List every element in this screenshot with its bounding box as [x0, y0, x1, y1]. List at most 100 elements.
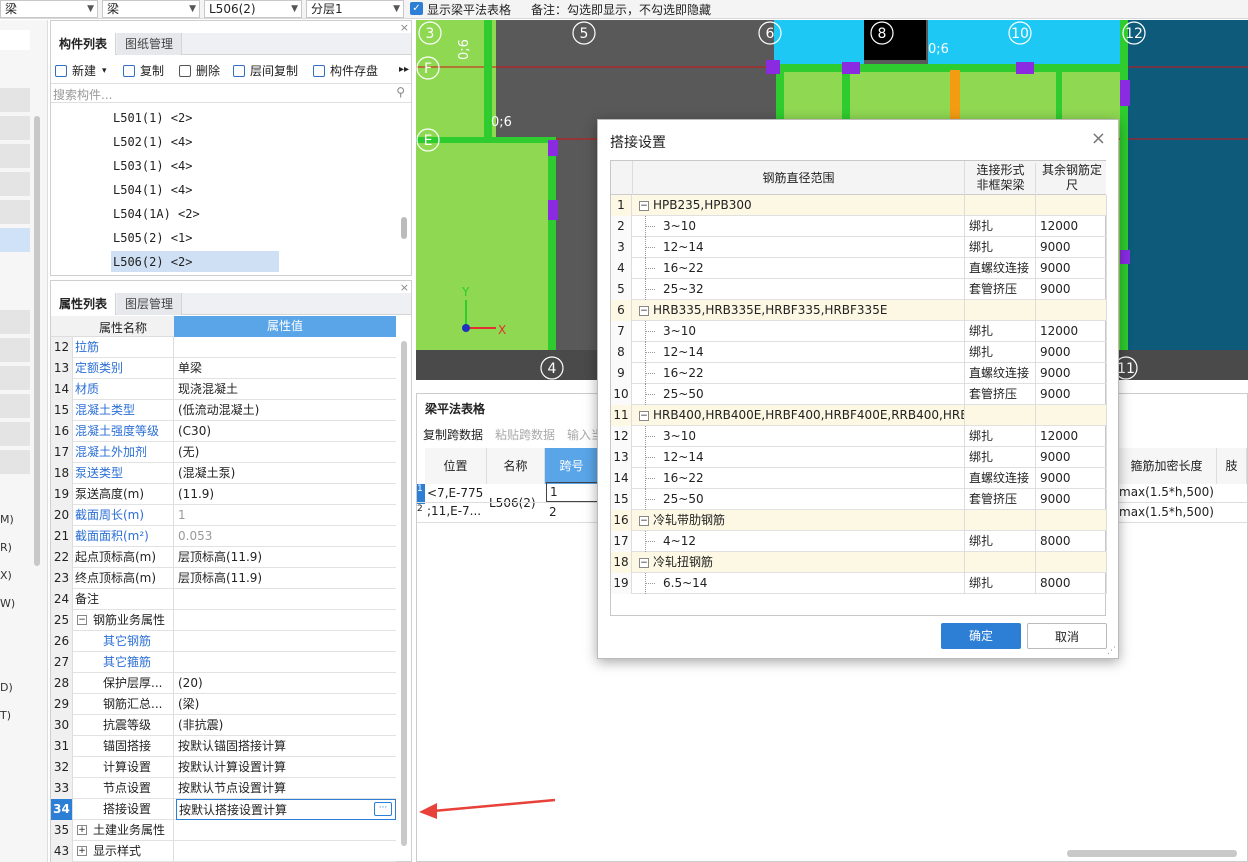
cell-range[interactable]: 12~14: [633, 447, 965, 468]
cell-range[interactable]: 3~10: [633, 321, 965, 342]
category-combo[interactable]: 梁 ▼: [0, 0, 98, 18]
list-item[interactable]: L502(1) <4>: [113, 135, 192, 149]
table-row[interactable]: 2 3~10 绑扎 12000: [611, 216, 1107, 237]
cell-range[interactable]: 16~22: [633, 468, 965, 489]
cell-range[interactable]: 3~10: [633, 216, 965, 237]
table-row[interactable]: 14 16~22 直螺纹连接 9000: [611, 468, 1107, 489]
paste-span-button[interactable]: 粘贴跨数据: [495, 426, 555, 443]
cell-connection-type[interactable]: 直螺纹连接: [966, 363, 1036, 384]
nav-slot-selected[interactable]: [0, 228, 30, 252]
collapse-icon[interactable]: −: [639, 305, 649, 316]
cell-fixed-length[interactable]: 9000: [1037, 489, 1107, 510]
collapse-icon[interactable]: −: [639, 200, 649, 211]
cell-fixed-length[interactable]: 8000: [1037, 573, 1107, 594]
tab-layer-manage[interactable]: 图层管理: [117, 293, 183, 315]
property-row[interactable]: 31 锚固搭接 按默认锚固搭接计算: [51, 736, 396, 757]
property-row[interactable]: 13 定额类别 单梁: [51, 358, 396, 379]
ellipsis-button[interactable]: ···: [374, 802, 392, 816]
property-row-value[interactable]: 按默认搭接设置计算: [176, 799, 396, 820]
nav-slot[interactable]: [0, 310, 30, 334]
cell-connection-type[interactable]: [966, 510, 1036, 531]
property-row[interactable]: 23 终点顶标高(m) 层顶标高(11.9): [51, 568, 396, 589]
cell-connection-type[interactable]: 绑扎: [966, 531, 1036, 552]
type-combo[interactable]: 梁 ▼: [102, 0, 200, 18]
table-row[interactable]: 5 25~32 套管挤压 9000: [611, 279, 1107, 300]
property-row[interactable]: 12 拉筋: [51, 337, 396, 358]
cell-range[interactable]: 25~50: [633, 489, 965, 510]
cell-fixed-length[interactable]: [1037, 510, 1107, 531]
property-row-value[interactable]: (11.9): [176, 484, 214, 505]
list-scrollbar[interactable]: [401, 217, 407, 239]
cell-fixed-length[interactable]: [1037, 300, 1107, 321]
ok-button[interactable]: 确定: [941, 623, 1021, 649]
nav-slot[interactable]: [0, 394, 30, 418]
close-icon[interactable]: ×: [1091, 128, 1106, 149]
cell-connection-type[interactable]: 直螺纹连接: [966, 468, 1036, 489]
cell-fixed-length[interactable]: 9000: [1037, 342, 1107, 363]
property-row-value[interactable]: 1: [176, 505, 186, 526]
cell-range[interactable]: 4~12: [633, 531, 965, 552]
nav-slot[interactable]: [0, 366, 30, 390]
cell-fixed-length[interactable]: 9000: [1037, 447, 1107, 468]
property-row-value[interactable]: (梁): [176, 694, 199, 715]
nav-slot[interactable]: [0, 450, 30, 474]
save-component-button[interactable]: 构件存盘: [313, 62, 378, 79]
table-row[interactable]: 3 12~14 绑扎 9000: [611, 237, 1107, 258]
cell-range[interactable]: 25~32: [633, 279, 965, 300]
group-row[interactable]: 16− 冷轧带肋钢筋: [611, 510, 1107, 531]
layer-combo[interactable]: 分层1 ▼: [306, 0, 404, 18]
cell-connection-type[interactable]: 绑扎: [966, 321, 1036, 342]
table-row[interactable]: 12 3~10 绑扎 12000: [611, 426, 1107, 447]
table-row[interactable]: 15 25~50 套管挤压 9000: [611, 489, 1107, 510]
table-row[interactable]: 4 16~22 直螺纹连接 9000: [611, 258, 1107, 279]
more-icon[interactable]: ▸▸: [399, 64, 409, 75]
property-row-value[interactable]: (C30): [176, 421, 211, 442]
cell-range[interactable]: 25~50: [633, 384, 965, 405]
collapse-icon[interactable]: −: [77, 615, 87, 625]
cell-dense-length[interactable]: max(1.5*h,500): [1119, 505, 1214, 519]
search-box[interactable]: 搜索构件... ⚲: [51, 83, 411, 103]
cell-fixed-length[interactable]: 9000: [1037, 363, 1107, 384]
expand-icon[interactable]: +: [77, 825, 87, 835]
nav-slot[interactable]: [0, 88, 30, 112]
group-row[interactable]: 6− HRB335,HRB335E,HRBF335,HRBF335E: [611, 300, 1107, 321]
property-row[interactable]: 27 其它箍筋: [51, 652, 396, 673]
table-row[interactable]: 9 16~22 直螺纹连接 9000: [611, 363, 1107, 384]
list-item[interactable]: L505(2) <1>: [113, 231, 192, 245]
cell-range[interactable]: 12~14: [633, 342, 965, 363]
cell-range[interactable]: − HRB400,HRB400E,HRBF400,HRBF400E,RRB400,…: [633, 405, 965, 426]
property-row-value[interactable]: 层顶标高(11.9): [176, 547, 262, 568]
tab-component-list[interactable]: 构件列表: [51, 33, 117, 55]
cell-fixed-length[interactable]: 9000: [1037, 279, 1107, 300]
property-row[interactable]: 19 泵送高度(m) (11.9): [51, 484, 396, 505]
cell-connection-type[interactable]: 直螺纹连接: [966, 258, 1036, 279]
table-row[interactable]: 7 3~10 绑扎 12000: [611, 321, 1107, 342]
delete-button[interactable]: 删除: [179, 62, 220, 79]
cell-range[interactable]: 16~22: [633, 258, 965, 279]
copy-span-button[interactable]: 复制跨数据: [423, 426, 483, 443]
cell-position[interactable]: <7,E-775: [427, 486, 483, 500]
cell-connection-type[interactable]: 套管挤压: [966, 489, 1036, 510]
cell-connection-type[interactable]: 绑扎: [966, 573, 1036, 594]
tab-property-list[interactable]: 属性列表: [51, 293, 117, 315]
property-row-value[interactable]: (非抗震): [176, 715, 223, 736]
property-row-value[interactable]: 单梁: [176, 358, 202, 379]
property-row-value[interactable]: (混凝土泵): [176, 463, 235, 484]
cell-range[interactable]: − HPB235,HPB300: [633, 195, 965, 216]
cell-position[interactable]: ;11,E-7...: [427, 504, 481, 518]
property-row-value[interactable]: (20): [176, 673, 203, 694]
list-item[interactable]: L504(1) <4>: [113, 183, 192, 197]
component-combo[interactable]: L506(2) ▼: [204, 0, 302, 18]
property-row[interactable]: 22 起点顶标高(m) 层顶标高(11.9): [51, 547, 396, 568]
cell-connection-type[interactable]: 绑扎: [966, 426, 1036, 447]
cell-fixed-length[interactable]: 9000: [1037, 384, 1107, 405]
cell-connection-type[interactable]: [966, 552, 1036, 573]
property-row[interactable]: 28 保护层厚... (20): [51, 673, 396, 694]
cell-fixed-length[interactable]: 12000: [1037, 426, 1107, 447]
cell-fixed-length[interactable]: 8000: [1037, 531, 1107, 552]
property-row[interactable]: 30 抗震等级 (非抗震): [51, 715, 396, 736]
cell-range[interactable]: 6.5~14: [633, 573, 965, 594]
property-row-value[interactable]: 0.053: [176, 526, 212, 547]
property-row[interactable]: 35 + 土建业务属性: [51, 820, 396, 841]
cell-fixed-length[interactable]: 9000: [1037, 258, 1107, 279]
